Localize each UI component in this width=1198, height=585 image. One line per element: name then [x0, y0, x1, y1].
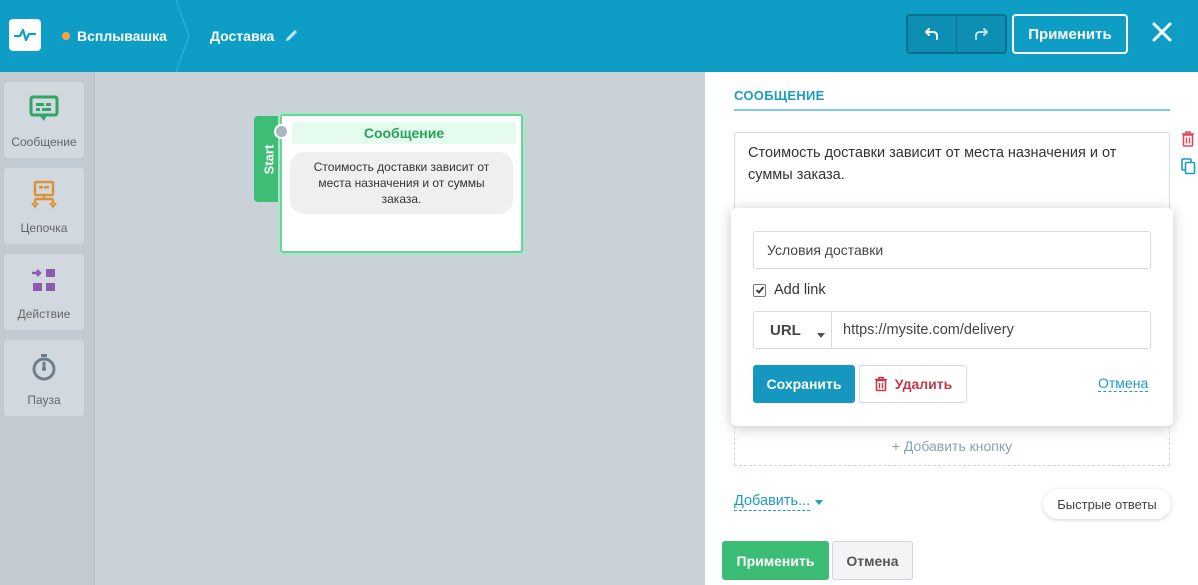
- copy-icon[interactable]: [1180, 157, 1196, 178]
- add-button-link[interactable]: + Добавить кнопку: [734, 426, 1170, 466]
- node-input-port[interactable]: [274, 124, 289, 139]
- save-button[interactable]: Сохранить: [753, 365, 855, 403]
- popover-cancel-link[interactable]: Отмена: [1098, 375, 1149, 392]
- section-underline: [734, 109, 1170, 111]
- properties-panel: СООБЩЕНИЕ Стоимость доставки зависит от …: [705, 72, 1198, 585]
- node-title: Сообщение: [292, 122, 516, 144]
- pulse-logo-icon[interactable]: [9, 19, 41, 51]
- palette-item-action[interactable]: Действие: [4, 254, 84, 330]
- url-row: URL https://mysite.com/delivery: [753, 311, 1151, 349]
- button-editor-popover: Условия доставки Add link URL https://my…: [731, 208, 1173, 426]
- palette-item-pause[interactable]: Пауза: [4, 340, 84, 416]
- add-more-label: Добавить...: [734, 493, 811, 511]
- block-palette: Сообщение Цепочка Действие Пауза: [0, 72, 95, 585]
- caret-down-icon: [817, 326, 825, 343]
- close-icon[interactable]: [1148, 18, 1176, 46]
- history-controls: [906, 14, 1007, 54]
- quick-replies-button[interactable]: Быстрые ответы: [1043, 489, 1171, 519]
- palette-item-chain[interactable]: Цепочка: [4, 168, 84, 244]
- delete-label: Удалить: [894, 376, 953, 392]
- add-more-dropdown[interactable]: Добавить...: [734, 493, 824, 511]
- undo-button[interactable]: [908, 16, 956, 52]
- palette-item-label: Сообщение: [11, 135, 77, 149]
- add-link-checkbox[interactable]: Add link: [753, 282, 826, 298]
- message-node[interactable]: Сообщение Стоимость доставки зависит от …: [274, 114, 523, 253]
- undo-icon: [924, 25, 940, 44]
- checkbox-checked-icon: [753, 283, 766, 297]
- action-icon: [29, 266, 59, 299]
- url-type-value: URL: [770, 321, 801, 339]
- message-icon: [29, 94, 59, 127]
- palette-item-message[interactable]: Сообщение: [4, 82, 84, 158]
- button-text-input[interactable]: Условия доставки: [753, 231, 1151, 269]
- section-title: СООБЩЕНИЕ: [734, 88, 825, 103]
- palette-item-label: Действие: [17, 307, 71, 321]
- redo-button[interactable]: [956, 16, 1005, 52]
- pencil-icon[interactable]: [284, 29, 298, 43]
- breadcrumb-separator: [176, 0, 190, 72]
- node-message-bubble: Стоимость доставки зависит от места назн…: [290, 152, 513, 214]
- redo-icon: [973, 25, 989, 44]
- caret-down-icon: [815, 494, 824, 510]
- delete-button[interactable]: Удалить: [859, 365, 967, 403]
- breadcrumb-flow: Доставка: [210, 26, 298, 46]
- timer-icon: [29, 352, 59, 385]
- url-input[interactable]: https://mysite.com/delivery: [832, 312, 1150, 348]
- start-label: Start: [261, 144, 277, 174]
- chain-icon: [29, 180, 59, 213]
- flow-title: Доставка: [210, 28, 275, 44]
- apply-button[interactable]: Применить: [722, 541, 829, 580]
- apply-top-button[interactable]: Применить: [1012, 14, 1128, 54]
- breadcrumb-popup-label: Всплывашка: [77, 28, 167, 44]
- cancel-button[interactable]: Отмена: [832, 541, 913, 580]
- status-dot: [62, 32, 70, 40]
- url-type-select[interactable]: URL: [754, 312, 832, 348]
- top-bar: Всплывашка Доставка Применить: [0, 0, 1198, 72]
- palette-item-label: Пауза: [27, 393, 61, 407]
- trash-icon: [874, 376, 888, 392]
- message-actions: [1180, 130, 1196, 184]
- add-link-label: Add link: [774, 282, 826, 298]
- palette-item-label: Цепочка: [20, 221, 68, 235]
- message-textarea[interactable]: Стоимость доставки зависит от места назн…: [734, 132, 1170, 212]
- trash-icon[interactable]: [1180, 130, 1196, 151]
- breadcrumb-popup[interactable]: Всплывашка: [62, 26, 167, 46]
